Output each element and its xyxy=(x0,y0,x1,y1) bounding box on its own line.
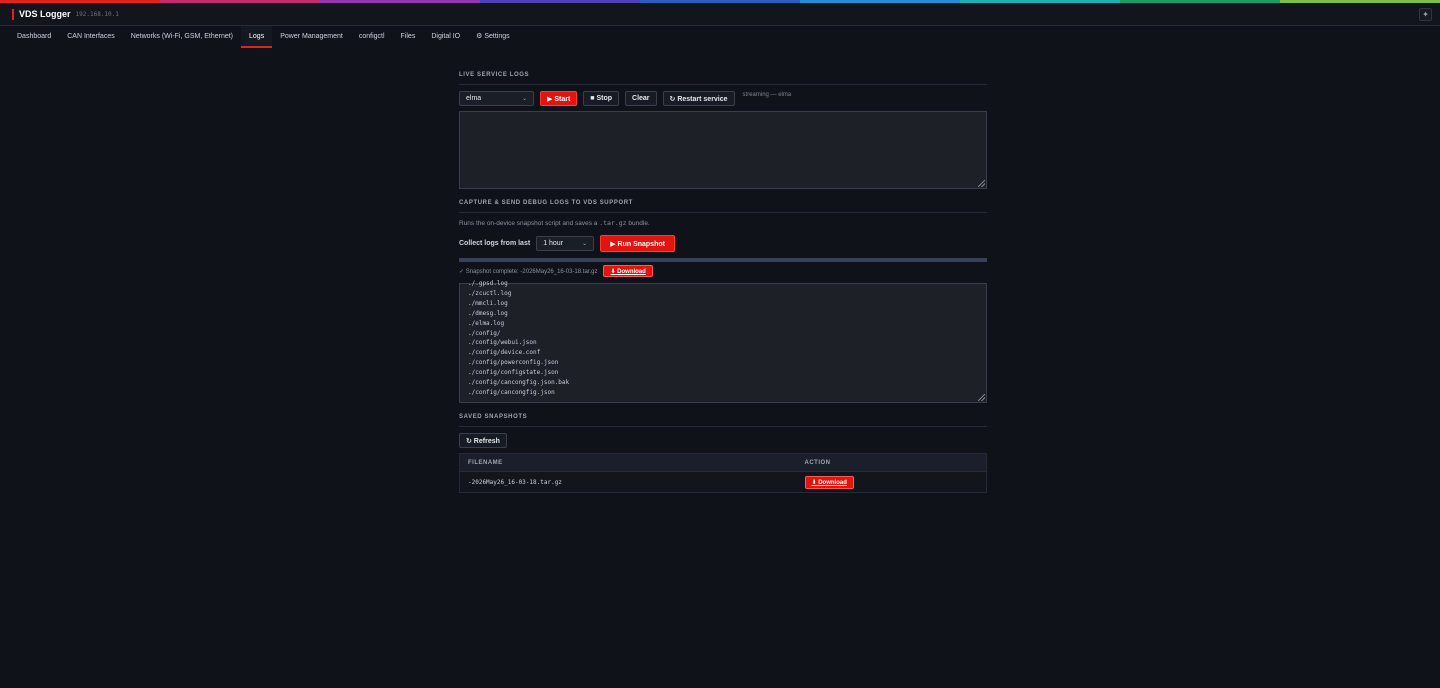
logs-page: LIVE SERVICE LOGS elma ⌄ ▶ Start ■ Stop … xyxy=(459,72,987,493)
live-logs-title: LIVE SERVICE LOGS xyxy=(459,72,987,85)
live-log-output[interactable] xyxy=(459,111,987,189)
tab-logs[interactable]: Logs xyxy=(241,26,273,48)
run-snapshot-button[interactable]: ▶ Run Snapshot xyxy=(600,235,675,252)
nav-tabs: Dashboard CAN Interfaces Networks (Wi-Fi, … xyxy=(0,26,1440,48)
app-title: VDS Logger xyxy=(19,9,71,19)
file-list-item: ./config/ xyxy=(468,329,501,337)
snapshot-status: ✓ Snapshot complete: -2026May26_16-03-18… xyxy=(459,268,598,275)
column-header-action: ACTION xyxy=(796,453,987,472)
stream-status: streaming — elma xyxy=(742,92,792,98)
stop-button[interactable]: ■ Stop xyxy=(583,91,620,106)
device-ip: 192.168.10.1 xyxy=(75,10,119,18)
file-list-item: ./config/cancongfig.json.bak xyxy=(468,379,570,387)
snapshot-action-cell: ⬇ Download xyxy=(796,471,987,493)
clear-button[interactable]: Clear xyxy=(625,91,657,106)
time-range-value: 1 hour xyxy=(543,240,564,247)
snapshots-table: FILENAME ACTION -2026May26_16-03-18.tar.… xyxy=(459,453,987,493)
header-bar: VDS Logger 192.168.10.1 ✦ xyxy=(0,3,1440,26)
tab-files[interactable]: Files xyxy=(393,26,424,48)
row-download-button[interactable]: ⬇ Download xyxy=(804,475,854,489)
tab-digital-io[interactable]: Digital IO xyxy=(423,26,468,48)
service-select-value: elma xyxy=(466,95,482,102)
chevron-down-icon: ⌄ xyxy=(521,96,527,102)
resize-handle-icon[interactable] xyxy=(978,180,985,187)
resize-handle-icon[interactable] xyxy=(978,394,985,401)
restart-service-button[interactable]: ↻ Restart service xyxy=(662,91,735,106)
start-button[interactable]: ▶ Start xyxy=(540,91,578,106)
file-list-item: ./config/webui.json xyxy=(468,339,537,347)
collect-label: Collect logs from last xyxy=(459,240,531,247)
snapshot-progress xyxy=(459,258,987,262)
table-row: -2026May26_16-03-18.tar.gz ⬇ Download xyxy=(459,471,987,493)
tab-networks-wi-fi-gsm-ethernet[interactable]: Networks (Wi-Fi, GSM, Ethernet) xyxy=(123,26,241,48)
tab-power-management[interactable]: Power Management xyxy=(272,26,351,48)
file-list-item: ./elma.log xyxy=(468,319,505,327)
file-list-item: ./config/cancongfig.json xyxy=(468,388,555,396)
saved-snapshots-title: SAVED SNAPSHOTS xyxy=(459,414,987,427)
tab-settings[interactable]: ⚙ Settings xyxy=(468,26,518,48)
service-select[interactable]: elma ⌄ xyxy=(459,91,534,106)
file-list-item: ./config/configstate.json xyxy=(468,369,559,377)
time-range-select[interactable]: 1 hour ⌄ xyxy=(536,236,595,251)
file-list-item: ./mmcli.log xyxy=(468,299,508,307)
theme-toggle-icon[interactable]: ✦ xyxy=(1419,8,1432,21)
file-list-item: ./config/device.conf xyxy=(468,349,541,357)
file-list-item: ./config/powerconfig.json xyxy=(468,359,559,367)
column-header-filename: FILENAME xyxy=(459,453,797,472)
snapshot-download-button[interactable]: ⬇ Download xyxy=(603,265,653,277)
file-list-item: ./zcuctl.log xyxy=(468,289,512,297)
file-list-item: ./dmesg.log xyxy=(468,309,508,317)
brand-accent xyxy=(12,8,14,20)
tab-can-interfaces[interactable]: CAN Interfaces xyxy=(59,26,122,48)
snapshot-filename: -2026May26_16-03-18.tar.gz xyxy=(459,471,797,493)
tab-dashboard[interactable]: Dashboard xyxy=(9,26,59,48)
tab-configctl[interactable]: configctl xyxy=(351,26,393,48)
snapshot-file-list[interactable]: ./.gpsd.log ./zcuctl.log ./mmcli.log ./dmes… xyxy=(459,280,987,403)
file-list-item: ./.gpsd.log xyxy=(468,280,508,287)
capture-description: Runs the on-device snapshot script and s… xyxy=(459,219,650,227)
chevron-down-icon: ⌄ xyxy=(582,241,588,247)
capture-title: CAPTURE & SEND DEBUG LOGS TO VDS SUPPORT xyxy=(459,200,987,213)
refresh-button[interactable]: ↻ Refresh xyxy=(459,433,507,448)
snapshot-progress-fill xyxy=(459,258,987,262)
